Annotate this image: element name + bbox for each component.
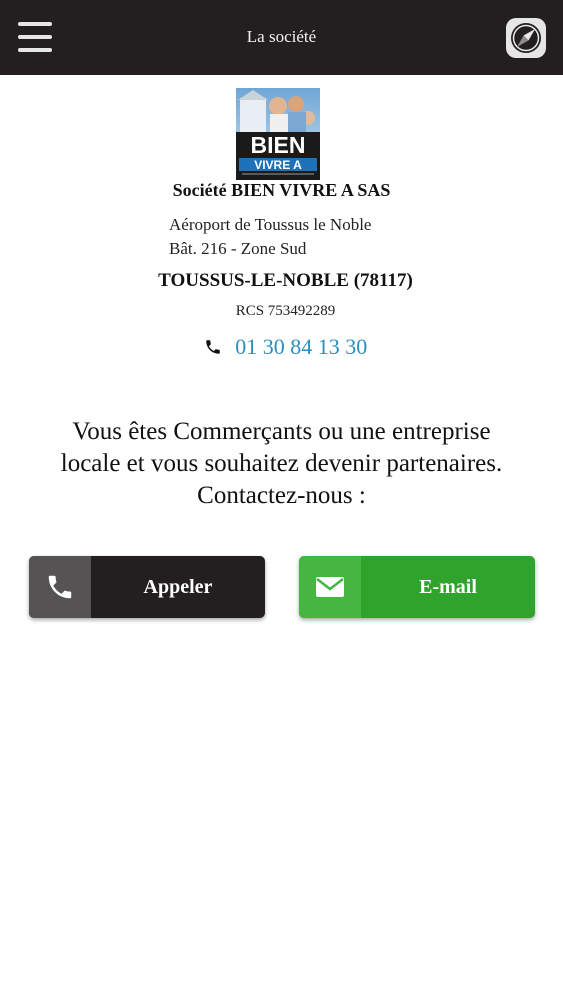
email-button-label: E-mail [419, 576, 477, 598]
page-title: La société [246, 27, 317, 46]
rcs-number: RCS 753492289 [235, 303, 336, 319]
email-button[interactable]: E-mail [299, 556, 535, 618]
company-name: Société BIEN VIVRE A SAS [172, 180, 391, 200]
partner-line-1: Vous êtes Commerçants ou une entreprise [72, 418, 491, 445]
envelope-icon [316, 577, 344, 597]
top-bar: La société [0, 0, 563, 75]
email-icon-box [299, 556, 361, 618]
call-button-label: Appeler [143, 576, 213, 598]
phone-icon [206, 340, 220, 354]
city-postcode: TOUSSUS-LE-NOBLE (78117) [158, 270, 413, 291]
compass-button[interactable] [504, 16, 548, 60]
partner-message: Vous êtes Commerçants ou une entreprise … [10, 416, 553, 512]
address-line-2: Bât. 216 - Zone Sud [169, 239, 307, 258]
compass-icon [506, 18, 546, 58]
partner-line-3: Contactez-nous : [197, 482, 366, 509]
phone-row: 01 30 84 13 30 [0, 334, 563, 360]
phone-link[interactable]: 01 30 84 13 30 [235, 334, 367, 359]
logo-tagline: VIVRE A [254, 158, 302, 172]
phone-icon [48, 575, 72, 599]
partner-line-2: locale et vous souhaitez devenir partena… [60, 450, 503, 477]
logo-wordmark: BIEN [251, 132, 306, 158]
hamburger-menu-icon [18, 22, 52, 26]
call-button[interactable]: Appeler [29, 556, 265, 618]
call-icon-box [29, 556, 91, 618]
address-line-1: Aéroport de Toussus le Noble [169, 215, 372, 234]
hamburger-menu-icon [18, 48, 52, 52]
company-logo: BIEN VIVRE A [236, 88, 320, 180]
